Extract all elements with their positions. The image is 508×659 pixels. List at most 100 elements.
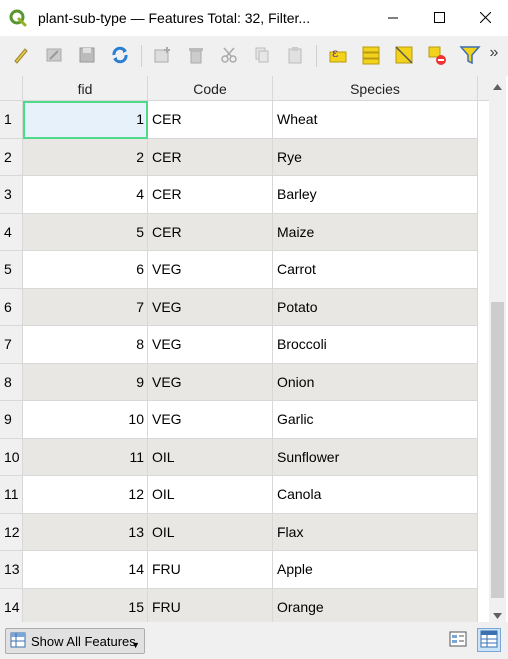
cell-fid[interactable]: 2 (23, 138, 148, 176)
cell-code[interactable]: VEG (148, 363, 273, 401)
row-header[interactable]: 14 (0, 588, 23, 622)
row-header[interactable]: 7 (0, 326, 23, 364)
maximize-button[interactable] (416, 0, 462, 36)
cell-code[interactable]: VEG (148, 288, 273, 326)
table-row[interactable]: 4 CER Barley (23, 176, 478, 214)
cell-code[interactable]: OIL (148, 438, 273, 476)
table-row[interactable]: 12 OIL Canola (23, 476, 478, 514)
table-row[interactable]: 7 VEG Potato (23, 288, 478, 326)
row-header[interactable]: 5 (0, 251, 23, 289)
cell-species[interactable]: Sunflower (273, 438, 478, 476)
cell-species[interactable]: Carrot (273, 251, 478, 289)
row-header[interactable]: 1 (0, 101, 23, 139)
cell-fid[interactable]: 6 (23, 251, 148, 289)
table-row[interactable]: 2 CER Rye (23, 138, 478, 176)
close-button[interactable] (462, 0, 508, 36)
table-row[interactable]: 9 VEG Onion (23, 363, 478, 401)
cell-code[interactable]: CER (148, 176, 273, 214)
cell-code[interactable]: CER (148, 101, 273, 139)
cell-fid[interactable]: 7 (23, 288, 148, 326)
cell-species[interactable]: Orange (273, 588, 478, 622)
invert-selection-button[interactable] (389, 41, 419, 71)
row-header[interactable]: 2 (0, 138, 23, 176)
paste-button[interactable] (280, 41, 310, 71)
cell-fid[interactable]: 5 (23, 213, 148, 251)
cell-code[interactable]: CER (148, 213, 273, 251)
cell-fid[interactable]: 15 (23, 588, 148, 622)
row-header[interactable]: 11 (0, 476, 23, 514)
row-header[interactable]: 10 (0, 438, 23, 476)
table-row[interactable]: 11 OIL Sunflower (23, 438, 478, 476)
row-header[interactable]: 6 (0, 288, 23, 326)
table-corner[interactable] (0, 76, 23, 101)
table-row[interactable]: 10 VEG Garlic (23, 401, 478, 439)
row-header[interactable]: 4 (0, 213, 23, 251)
cell-species[interactable]: Onion (273, 363, 478, 401)
cell-fid[interactable]: 9 (23, 363, 148, 401)
cell-code[interactable]: OIL (148, 476, 273, 514)
cell-code[interactable]: VEG (148, 251, 273, 289)
cell-fid[interactable]: 14 (23, 551, 148, 589)
cell-species[interactable]: Potato (273, 288, 478, 326)
column-header-species[interactable]: Species (273, 76, 478, 101)
cell-code[interactable]: OIL (148, 513, 273, 551)
cell-fid[interactable]: 12 (23, 476, 148, 514)
cell-species[interactable]: Flax (273, 513, 478, 551)
table-row[interactable]: 1 CER Wheat (23, 101, 478, 139)
table-row[interactable]: 13 OIL Flax (23, 513, 478, 551)
table-view-button[interactable] (477, 628, 501, 652)
reload-button[interactable] (105, 41, 135, 71)
select-by-expression-button[interactable]: ε (323, 41, 353, 71)
cell-species[interactable]: Wheat (273, 101, 478, 139)
form-view-button[interactable] (446, 628, 470, 652)
column-header-code[interactable]: Code (148, 76, 273, 101)
table-row[interactable]: 14 FRU Apple (23, 551, 478, 589)
cell-fid[interactable]: 13 (23, 513, 148, 551)
copy-button[interactable] (247, 41, 277, 71)
cell-fid[interactable]: 10 (23, 401, 148, 439)
cell-code[interactable]: FRU (148, 588, 273, 622)
cell-species[interactable]: Broccoli (273, 326, 478, 364)
scrollbar-thumb[interactable] (491, 302, 504, 598)
table-row[interactable]: 5 CER Maize (23, 213, 478, 251)
row-header[interactable]: 9 (0, 401, 23, 439)
row-header[interactable]: 13 (0, 551, 23, 589)
vertical-scrollbar[interactable] (489, 76, 506, 622)
table-row[interactable]: 8 VEG Broccoli (23, 326, 478, 364)
cell-code[interactable]: VEG (148, 401, 273, 439)
table-row[interactable]: 15 FRU Orange (23, 588, 478, 622)
delete-feature-button[interactable] (181, 41, 211, 71)
column-header-fid[interactable]: fid (23, 76, 148, 101)
cell-species[interactable]: Barley (273, 176, 478, 214)
show-all-features-dropdown[interactable]: Show All Features ▼ (5, 628, 145, 654)
cell-species[interactable]: Garlic (273, 401, 478, 439)
cell-species[interactable]: Rye (273, 138, 478, 176)
deselect-all-button[interactable] (422, 41, 452, 71)
cell-species[interactable]: Canola (273, 476, 478, 514)
filter-button[interactable] (455, 41, 485, 71)
add-feature-button[interactable] (148, 41, 178, 71)
cell-code[interactable]: CER (148, 138, 273, 176)
cell-code[interactable]: FRU (148, 551, 273, 589)
select-all-button[interactable] (356, 41, 386, 71)
cell-fid[interactable]: 4 (23, 176, 148, 214)
svg-text:ε: ε (332, 46, 338, 60)
toggle-editing-button[interactable] (6, 41, 36, 71)
row-header[interactable]: 8 (0, 363, 23, 401)
scroll-up-button[interactable] (489, 76, 506, 93)
scroll-down-button[interactable] (489, 605, 506, 622)
cell-fid[interactable]: 11 (23, 438, 148, 476)
row-header[interactable]: 3 (0, 176, 23, 214)
table-row[interactable]: 6 VEG Carrot (23, 251, 478, 289)
cell-fid[interactable]: 8 (23, 326, 148, 364)
cell-fid[interactable]: 1 (23, 101, 148, 139)
toolbar-overflow-button[interactable]: » (484, 44, 504, 68)
multi-edit-button[interactable] (39, 41, 69, 71)
minimize-button[interactable] (370, 0, 416, 36)
cell-species[interactable]: Apple (273, 551, 478, 589)
row-header[interactable]: 12 (0, 513, 23, 551)
save-edits-button[interactable] (72, 41, 102, 71)
cut-button[interactable] (214, 41, 244, 71)
cell-code[interactable]: VEG (148, 326, 273, 364)
cell-species[interactable]: Maize (273, 213, 478, 251)
